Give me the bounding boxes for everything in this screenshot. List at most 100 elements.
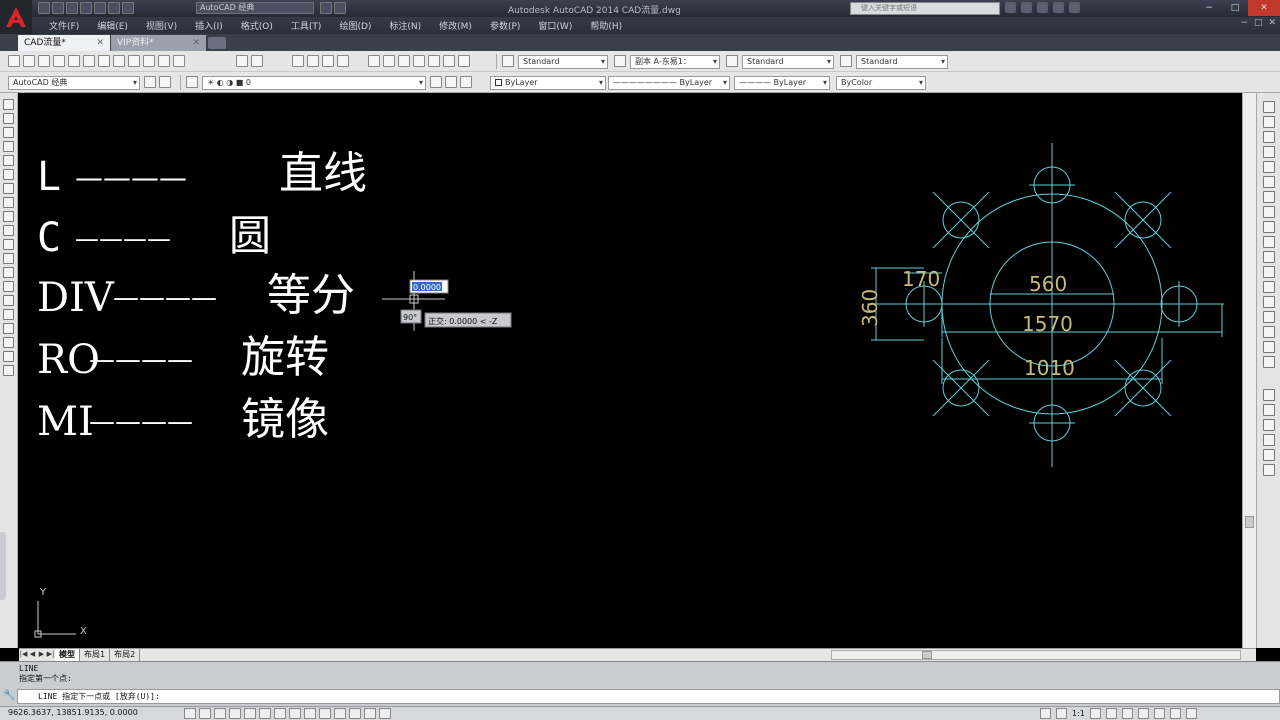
mleader-style-dropdown[interactable]: Standard	[856, 55, 948, 69]
redo-icon[interactable]	[122, 2, 134, 14]
tool-palettes-icon[interactable]	[398, 55, 410, 67]
join-icon[interactable]	[1263, 296, 1275, 308]
ellipse-arc-icon[interactable]	[3, 239, 14, 250]
mtext-icon[interactable]	[3, 351, 14, 362]
cut-icon[interactable]	[113, 55, 125, 67]
sc-icon[interactable]	[379, 708, 391, 719]
first-tab-icon[interactable]: |◀	[19, 650, 28, 660]
revcloud-icon[interactable]	[3, 197, 14, 208]
app-menu-button[interactable]	[0, 0, 32, 34]
help-icon[interactable]	[458, 55, 470, 67]
command-input[interactable]: LINE 指定下一点或 [放弃(U)]:	[17, 689, 1280, 704]
hardware-icon[interactable]	[1153, 708, 1165, 719]
qp-icon[interactable]	[364, 708, 376, 719]
qat-customize-icon[interactable]	[334, 2, 346, 14]
star-icon[interactable]	[1053, 2, 1064, 13]
chamfer-icon[interactable]	[1263, 311, 1275, 323]
preview-icon[interactable]	[68, 55, 80, 67]
menu-file[interactable]: 文件(F)	[40, 19, 88, 32]
markup-icon[interactable]	[428, 55, 440, 67]
new-icon[interactable]	[38, 2, 50, 14]
gradient-icon[interactable]	[3, 309, 14, 320]
hatch-icon[interactable]	[3, 295, 14, 306]
mirror-icon[interactable]	[1263, 131, 1275, 143]
paste-icon[interactable]	[143, 55, 155, 67]
draworder-under-icon[interactable]	[1263, 434, 1275, 446]
vertical-scrollbar[interactable]	[1242, 93, 1256, 648]
gear-icon[interactable]	[144, 76, 156, 88]
zoom-realtime-icon[interactable]	[307, 55, 319, 67]
draworder-above-icon[interactable]	[1263, 419, 1275, 431]
dim-style-icon[interactable]	[614, 55, 626, 67]
layer-dropdown[interactable]: ☀ ◐ ◑ ■ 0	[202, 76, 426, 90]
open-icon[interactable]	[52, 2, 64, 14]
menu-window[interactable]: 窗口(W)	[529, 19, 581, 32]
coordinates-readout[interactable]: 9626.3637, 13851.9135, 0.0000	[8, 708, 138, 717]
dim-style-dropdown[interactable]: 副本 A-东易1：	[630, 55, 720, 69]
quickcalc-icon[interactable]	[443, 55, 455, 67]
add-selected-icon[interactable]	[3, 365, 14, 376]
drawing-area[interactable]: L ———— 直线 C ———— 圆 DIV ———— 等分 RO ———— 旋…	[19, 93, 1242, 648]
ducs-icon[interactable]	[304, 708, 316, 719]
fillet-icon[interactable]	[1263, 326, 1275, 338]
tab-close-icon[interactable]: ✕	[192, 35, 200, 51]
quickview-icon[interactable]	[1056, 708, 1067, 719]
hatch-back-icon[interactable]	[1263, 464, 1275, 476]
horizontal-scrollbar[interactable]	[831, 650, 1241, 660]
doc-close-button[interactable]: ✕	[1268, 18, 1276, 28]
redo-icon[interactable]	[251, 55, 263, 67]
pan-icon[interactable]	[292, 55, 304, 67]
extend-icon[interactable]	[1263, 251, 1275, 263]
minimize-button[interactable]: −	[1196, 0, 1222, 16]
lineweight-icon[interactable]	[334, 708, 346, 719]
rotate-icon[interactable]	[1263, 191, 1275, 203]
menu-tools[interactable]: 工具(T)	[282, 19, 331, 32]
circle-icon[interactable]	[3, 183, 14, 194]
user-icon[interactable]	[1021, 2, 1032, 13]
zoom-previous-icon[interactable]	[337, 55, 349, 67]
break-point-icon[interactable]	[1263, 266, 1275, 278]
prev-tab-icon[interactable]: ◀	[28, 650, 37, 660]
menu-dimension[interactable]: 标注(N)	[380, 19, 430, 32]
model-space-icon[interactable]	[1040, 708, 1051, 719]
trim-icon[interactable]	[1263, 236, 1275, 248]
lock-icon[interactable]	[1137, 708, 1149, 719]
linetype-dropdown[interactable]: ———————— ByLayer	[608, 76, 730, 90]
break-icon[interactable]	[1263, 281, 1275, 293]
maximize-button[interactable]: □	[1222, 0, 1248, 16]
plot-icon[interactable]	[94, 2, 106, 14]
infer-constraints-icon[interactable]	[184, 708, 196, 719]
workspace-switch-icon[interactable]	[1121, 708, 1133, 719]
workspace-icon[interactable]	[320, 2, 332, 14]
ellipse-icon[interactable]	[3, 225, 14, 236]
menu-insert[interactable]: 插入(I)	[186, 19, 232, 32]
copy-object-icon[interactable]	[1263, 116, 1275, 128]
draworder-back-icon[interactable]	[1263, 404, 1275, 416]
tab-layout2[interactable]: 布局2	[110, 649, 141, 661]
side-panel-handle[interactable]	[0, 532, 6, 600]
zoom-window-icon[interactable]	[322, 55, 334, 67]
horizontal-scroll-thumb[interactable]	[922, 651, 932, 659]
tab-layout1[interactable]: 布局1	[80, 649, 111, 661]
menu-edit[interactable]: 编辑(E)	[88, 19, 137, 32]
block-editor-icon[interactable]	[173, 55, 185, 67]
help-search-input[interactable]: 键入关键字或短语	[850, 2, 1000, 15]
array-icon[interactable]	[1263, 161, 1275, 173]
plotstyle-dropdown[interactable]: ByColor	[836, 76, 926, 90]
line-icon[interactable]	[3, 99, 14, 110]
doc-minimize-button[interactable]: −	[1240, 18, 1248, 28]
stretch-icon[interactable]	[1263, 221, 1275, 233]
point-icon[interactable]	[3, 281, 14, 292]
copy-icon[interactable]	[128, 55, 140, 67]
polar-icon[interactable]	[244, 708, 256, 719]
match-prop-icon[interactable]	[158, 55, 170, 67]
save-icon[interactable]	[38, 55, 50, 67]
workspace-dropdown[interactable]: AutoCAD 经典	[196, 2, 314, 14]
last-tab-icon[interactable]: ▶|	[46, 650, 55, 660]
region-icon[interactable]	[3, 323, 14, 334]
workspace-dropdown-2[interactable]: AutoCAD 经典	[8, 76, 140, 90]
blend-icon[interactable]	[1263, 341, 1275, 353]
spline-icon[interactable]	[3, 211, 14, 222]
3d-print-icon[interactable]	[98, 55, 110, 67]
polyline-icon[interactable]	[3, 127, 14, 138]
